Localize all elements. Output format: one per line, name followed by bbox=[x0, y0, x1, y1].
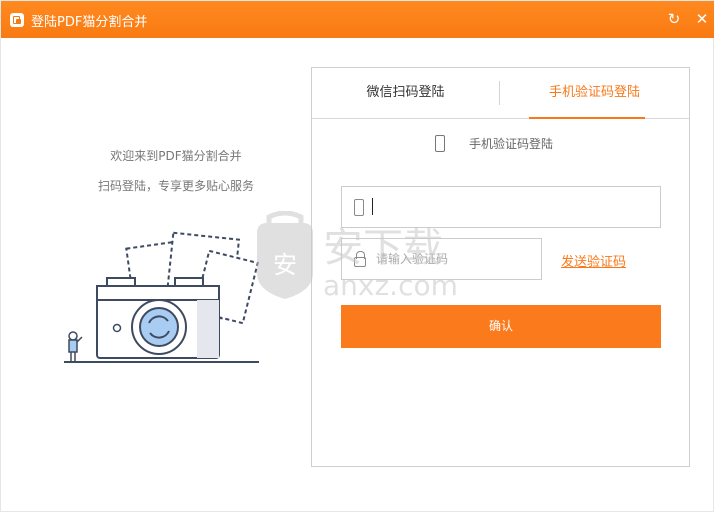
camera-illustration bbox=[64, 231, 259, 363]
login-window: 登陆PDF猫分割合并 ↻ ✕ 欢迎来到PDF猫分割合并 扫码登陆，专享更多贴心服… bbox=[0, 0, 714, 512]
sub-heading: 手机验证码登陆 bbox=[432, 132, 592, 154]
confirm-button[interactable]: 确认 bbox=[341, 305, 661, 348]
title-bar[interactable]: 登陆PDF猫分割合并 ↻ ✕ bbox=[1, 1, 714, 38]
send-code-link[interactable]: 发送验证码 bbox=[561, 251, 626, 270]
tab-phone-code[interactable]: 手机验证码登陆 bbox=[500, 68, 689, 119]
refresh-icon[interactable]: ↻ bbox=[665, 10, 683, 28]
tab-wechat-scan[interactable]: 微信扫码登陆 bbox=[312, 68, 499, 119]
person-head bbox=[68, 331, 78, 341]
watermark-badge-char: 安 bbox=[273, 251, 297, 279]
login-tabs: 微信扫码登陆 手机验证码登陆 bbox=[312, 68, 689, 119]
watermark-domain: anxz.com bbox=[323, 269, 458, 302]
tagline-text: 扫码登陆，专享更多贴心服务 bbox=[97, 179, 254, 193]
camera-shade bbox=[197, 300, 219, 358]
sub-heading-label: 手机验证码登陆 bbox=[469, 137, 554, 151]
close-icon[interactable]: ✕ bbox=[693, 10, 711, 28]
watermark: 安 安下载 anxz.com bbox=[257, 211, 458, 302]
camera-band bbox=[96, 285, 220, 301]
window-title: 登陆PDF猫分割合并 bbox=[31, 15, 148, 30]
welcome-text: 欢迎来到PDF猫分割合并 bbox=[110, 149, 242, 163]
app-logo-icon bbox=[10, 13, 24, 27]
camera-button bbox=[112, 323, 122, 333]
active-tab-underline bbox=[529, 117, 645, 119]
camera-lens-inner bbox=[139, 307, 179, 347]
person-body bbox=[68, 339, 78, 353]
watermark-brand: 安下载 bbox=[323, 225, 443, 271]
phone-icon bbox=[435, 135, 445, 152]
